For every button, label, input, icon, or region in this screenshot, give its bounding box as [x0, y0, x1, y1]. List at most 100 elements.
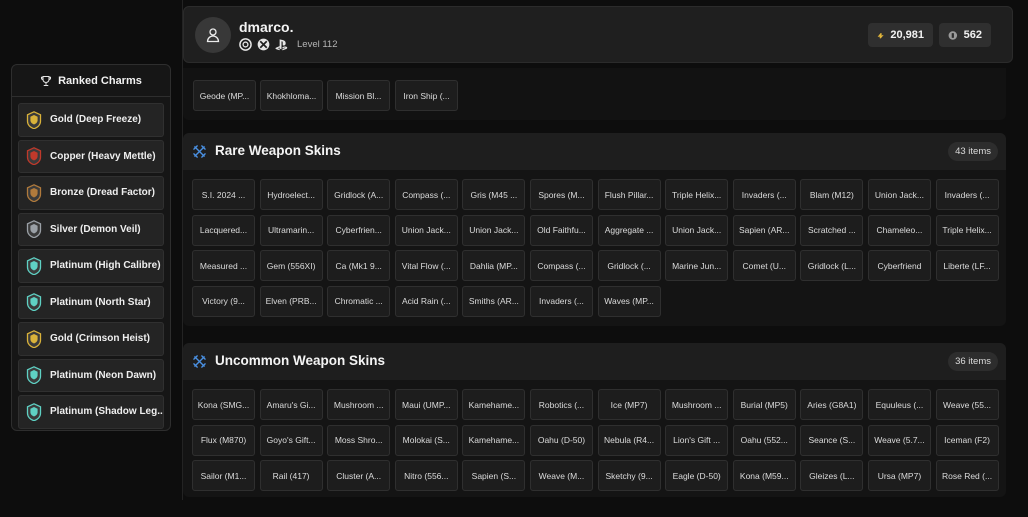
weapon-skin-item[interactable]: Waves (MP...	[597, 285, 661, 317]
charm-list: Gold (Deep Freeze) Copper (Heavy Mettle) B…	[12, 97, 170, 430]
weapon-skin-item[interactable]: Sapien (AR...	[732, 214, 796, 246]
weapon-skin-item[interactable]: Weave (5.7...	[867, 424, 931, 456]
weapon-skin-item[interactable]: Gris (M45 ...	[462, 179, 526, 210]
weapon-skin-item[interactable]: Kamehame...	[462, 389, 526, 420]
weapon-skin-item[interactable]: Iceman (F2)	[935, 424, 999, 456]
charm-item[interactable]: Platinum (High Calibre)	[18, 249, 164, 283]
weapon-skin-item[interactable]: Ca (Mk1 9...	[327, 250, 391, 281]
weapon-skin-item[interactable]: Weave (55...	[935, 389, 999, 420]
weapon-skin-item[interactable]: Spores (M...	[529, 179, 593, 210]
weapon-skin-item[interactable]: Sailor (M1...	[192, 460, 255, 491]
weapon-skin-item[interactable]: Burial (MP5)	[732, 389, 796, 420]
weapon-skin-item[interactable]: Compass (...	[529, 250, 593, 281]
weapon-skin-item[interactable]: Union Jack...	[665, 214, 729, 246]
weapon-skin-item[interactable]: Compass (...	[394, 179, 458, 210]
charm-item[interactable]: Gold (Crimson Heist)	[18, 322, 164, 356]
charm-item[interactable]: Platinum (Neon Dawn)	[18, 358, 164, 392]
weapon-skin-item[interactable]: Equuleus (...	[867, 389, 931, 420]
weapon-skin-item[interactable]: Mission Bl...	[327, 80, 390, 111]
weapon-skin-item[interactable]: Goyo's Gift...	[259, 424, 323, 456]
weapon-skin-item[interactable]: Invaders (...	[529, 285, 593, 317]
weapon-skin-item[interactable]: Cluster (A...	[327, 460, 391, 491]
weapon-skin-item[interactable]: Chromatic ...	[327, 285, 391, 317]
weapon-skin-item[interactable]: Lion's Gift ...	[665, 424, 729, 456]
rare-section-title: Rare Weapon Skins	[215, 143, 341, 158]
weapon-skin-item[interactable]: Acid Rain (...	[394, 285, 458, 317]
weapon-skin-item[interactable]: Sapien (S...	[462, 460, 526, 491]
weapon-skin-item[interactable]: Geode (MP...	[193, 80, 256, 111]
weapon-skin-item[interactable]: Triple Helix...	[665, 179, 729, 210]
weapon-skin-item[interactable]: Moss Shro...	[327, 424, 391, 456]
charm-item[interactable]: Copper (Heavy Mettle)	[18, 139, 164, 173]
weapon-skin-item[interactable]: Oahu (552...	[732, 424, 796, 456]
weapon-skin-item[interactable]: Elven (PRB...	[259, 285, 323, 317]
weapon-skin-item[interactable]: Aggregate ...	[597, 214, 661, 246]
charm-item[interactable]: Gold (Deep Freeze)	[18, 103, 164, 137]
weapon-skin-item[interactable]: Marine Jun...	[665, 250, 729, 281]
weapon-skin-item[interactable]: Aries (G8A1)	[800, 389, 864, 420]
weapon-skin-item[interactable]: S.I. 2024 ...	[192, 179, 255, 210]
weapon-skin-item[interactable]: Rail (417)	[259, 460, 323, 491]
weapon-skin-item[interactable]: Mushroom ...	[327, 389, 391, 420]
weapon-skin-item[interactable]: Sketchy (9...	[597, 460, 661, 491]
weapon-skin-item[interactable]: Invaders (...	[732, 179, 796, 210]
weapon-skin-item[interactable]: Hydroelect...	[259, 179, 323, 210]
charm-item[interactable]: Platinum (North Star)	[18, 285, 164, 319]
weapon-skin-item[interactable]: Cyberfriend	[867, 250, 931, 281]
weapon-skin-item[interactable]: Gridlock (...	[597, 250, 661, 281]
weapon-skin-item[interactable]: Kona (M59...	[732, 460, 796, 491]
weapon-skin-item[interactable]: Nebula (R4...	[597, 424, 661, 456]
weapon-skin-item[interactable]: Chameleo...	[867, 214, 931, 246]
charm-item[interactable]: Platinum (Shadow Leg...	[18, 395, 164, 429]
weapon-skin-item[interactable]: Gleizes (L...	[800, 460, 864, 491]
weapon-skin-item[interactable]: Flux (M870)	[192, 424, 255, 456]
weapon-skin-item[interactable]: Molokai (S...	[394, 424, 458, 456]
weapon-skin-item[interactable]: Iron Ship (...	[395, 80, 458, 111]
weapon-skin-item[interactable]: Dahlia (MP...	[462, 250, 526, 281]
weapon-skin-item[interactable]: Blam (M12)	[800, 179, 864, 210]
weapon-skin-item[interactable]: Kona (SMG...	[192, 389, 255, 420]
weapon-skin-item[interactable]: Kamehame...	[462, 424, 526, 456]
uncommon-skins-grid: Kona (SMG... Amaru's Gi... Mushroom ... Mau…	[183, 380, 1006, 491]
weapon-skin-item[interactable]: Scratched ...	[800, 214, 864, 246]
weapon-skin-item[interactable]: Maui (UMP...	[394, 389, 458, 420]
weapon-skin-item[interactable]: Gridlock (A...	[327, 179, 391, 210]
weapon-skin-item[interactable]: Gem (556XI)	[259, 250, 323, 281]
weapon-skin-item[interactable]: Cyberfrien...	[327, 214, 391, 246]
weapon-skin-item[interactable]: Oahu (D-50)	[529, 424, 593, 456]
xbox-icon	[257, 38, 270, 51]
charm-item[interactable]: Bronze (Dread Factor)	[18, 176, 164, 210]
weapon-skin-item[interactable]: Smiths (AR...	[462, 285, 526, 317]
weapon-skin-item[interactable]: Union Jack...	[462, 214, 526, 246]
weapon-skin-item[interactable]: Mushroom ...	[665, 389, 729, 420]
weapon-skin-item[interactable]: Triple Helix...	[935, 214, 999, 246]
renown-coin-icon	[948, 30, 958, 40]
weapon-skin-item[interactable]: Vital Flow (...	[394, 250, 458, 281]
weapon-skin-item[interactable]: Gridlock (L...	[800, 250, 864, 281]
weapon-skin-item[interactable]: Seance (S...	[800, 424, 864, 456]
weapon-skin-item[interactable]: Union Jack...	[394, 214, 458, 246]
weapon-skin-item[interactable]: Nitro (556...	[394, 460, 458, 491]
weapon-skin-item[interactable]: Liberte (LF...	[935, 250, 999, 281]
weapon-skin-item[interactable]: Eagle (D-50)	[665, 460, 729, 491]
charm-item[interactable]: Silver (Demon Veil)	[18, 212, 164, 246]
weapon-skin-item[interactable]: Flush Pillar...	[597, 179, 661, 210]
weapon-skin-item[interactable]: Weave (M...	[529, 460, 593, 491]
avatar[interactable]	[195, 17, 231, 53]
weapon-skin-item[interactable]: Victory (9...	[192, 285, 255, 317]
weapon-skin-item[interactable]: Old Faithfu...	[529, 214, 593, 246]
weapon-skin-item[interactable]: Ultramarin...	[259, 214, 323, 246]
weapon-skin-item[interactable]: Khokhloma...	[260, 80, 323, 111]
weapon-skin-item[interactable]: Amaru's Gi...	[259, 389, 323, 420]
weapon-skin-item[interactable]: Ursa (MP7)	[867, 460, 931, 491]
weapon-skin-item[interactable]: Union Jack...	[867, 179, 931, 210]
charm-name: Gold (Deep Freeze)	[50, 114, 142, 126]
weapon-skin-item[interactable]: Lacquered...	[192, 214, 255, 246]
weapon-skin-item[interactable]: Measured ...	[192, 250, 255, 281]
profile-header: dmarco. Level 112 20,981 562	[183, 6, 1013, 63]
weapon-skin-item[interactable]: Robotics (...	[529, 389, 593, 420]
weapon-skin-item[interactable]: Ice (MP7)	[597, 389, 661, 420]
weapon-skin-item[interactable]: Rose Red (...	[935, 460, 999, 491]
weapon-skin-item[interactable]: Invaders (...	[935, 179, 999, 210]
weapon-skin-item[interactable]: Comet (U...	[732, 250, 796, 281]
